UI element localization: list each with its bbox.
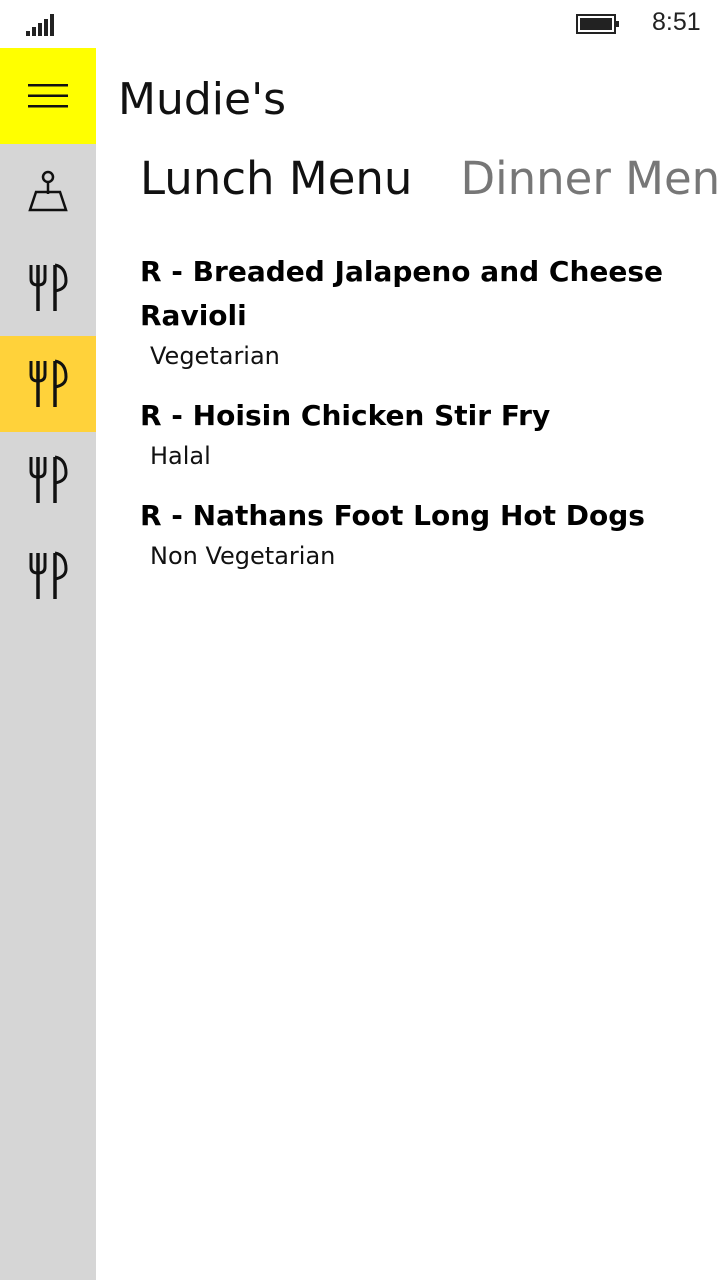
- item-tag: Halal: [150, 442, 211, 470]
- fork-knife-icon: [29, 263, 68, 311]
- list-item[interactable]: R - Nathans Foot Long Hot Dogs Non Veget…: [140, 494, 700, 574]
- menu-list: R - Breaded Jalapeno and Cheese Ravioli …: [140, 250, 700, 594]
- location-pin-icon: [28, 170, 68, 212]
- sidebar-item-menu-4[interactable]: [0, 528, 96, 624]
- hamburger-icon: [28, 84, 68, 108]
- sidebar-item-location[interactable]: [0, 144, 96, 240]
- pivot-tabs: Lunch Menu Dinner Menu: [140, 152, 720, 222]
- item-tag: Non Vegetarian: [150, 542, 336, 570]
- sidebar-item-menu-3[interactable]: [0, 432, 96, 528]
- fork-knife-icon: [29, 551, 68, 599]
- battery-icon: [576, 14, 619, 34]
- list-item[interactable]: R - Breaded Jalapeno and Cheese Ravioli …: [140, 250, 700, 374]
- clock: 8:51: [652, 8, 701, 36]
- status-bar: 8:51: [0, 0, 720, 48]
- sidebar-item-menu-2[interactable]: [0, 336, 96, 432]
- item-tag: Vegetarian: [150, 342, 280, 370]
- tab-lunch-menu[interactable]: Lunch Menu: [140, 152, 412, 205]
- item-name: R - Breaded Jalapeno and Cheese Ravioli: [140, 255, 664, 332]
- sidebar: [0, 48, 96, 1280]
- page-title: Mudie's: [118, 74, 287, 125]
- fork-knife-icon: [29, 359, 68, 407]
- tab-dinner-menu[interactable]: Dinner Menu: [460, 152, 720, 205]
- fork-knife-icon: [29, 455, 68, 503]
- item-name: R - Nathans Foot Long Hot Dogs: [140, 499, 645, 532]
- hamburger-button[interactable]: [0, 48, 96, 144]
- list-item[interactable]: R - Hoisin Chicken Stir Fry Halal: [140, 394, 700, 474]
- item-name: R - Hoisin Chicken Stir Fry: [140, 399, 551, 432]
- sidebar-item-menu-1[interactable]: [0, 240, 96, 336]
- signal-icon: [26, 14, 54, 36]
